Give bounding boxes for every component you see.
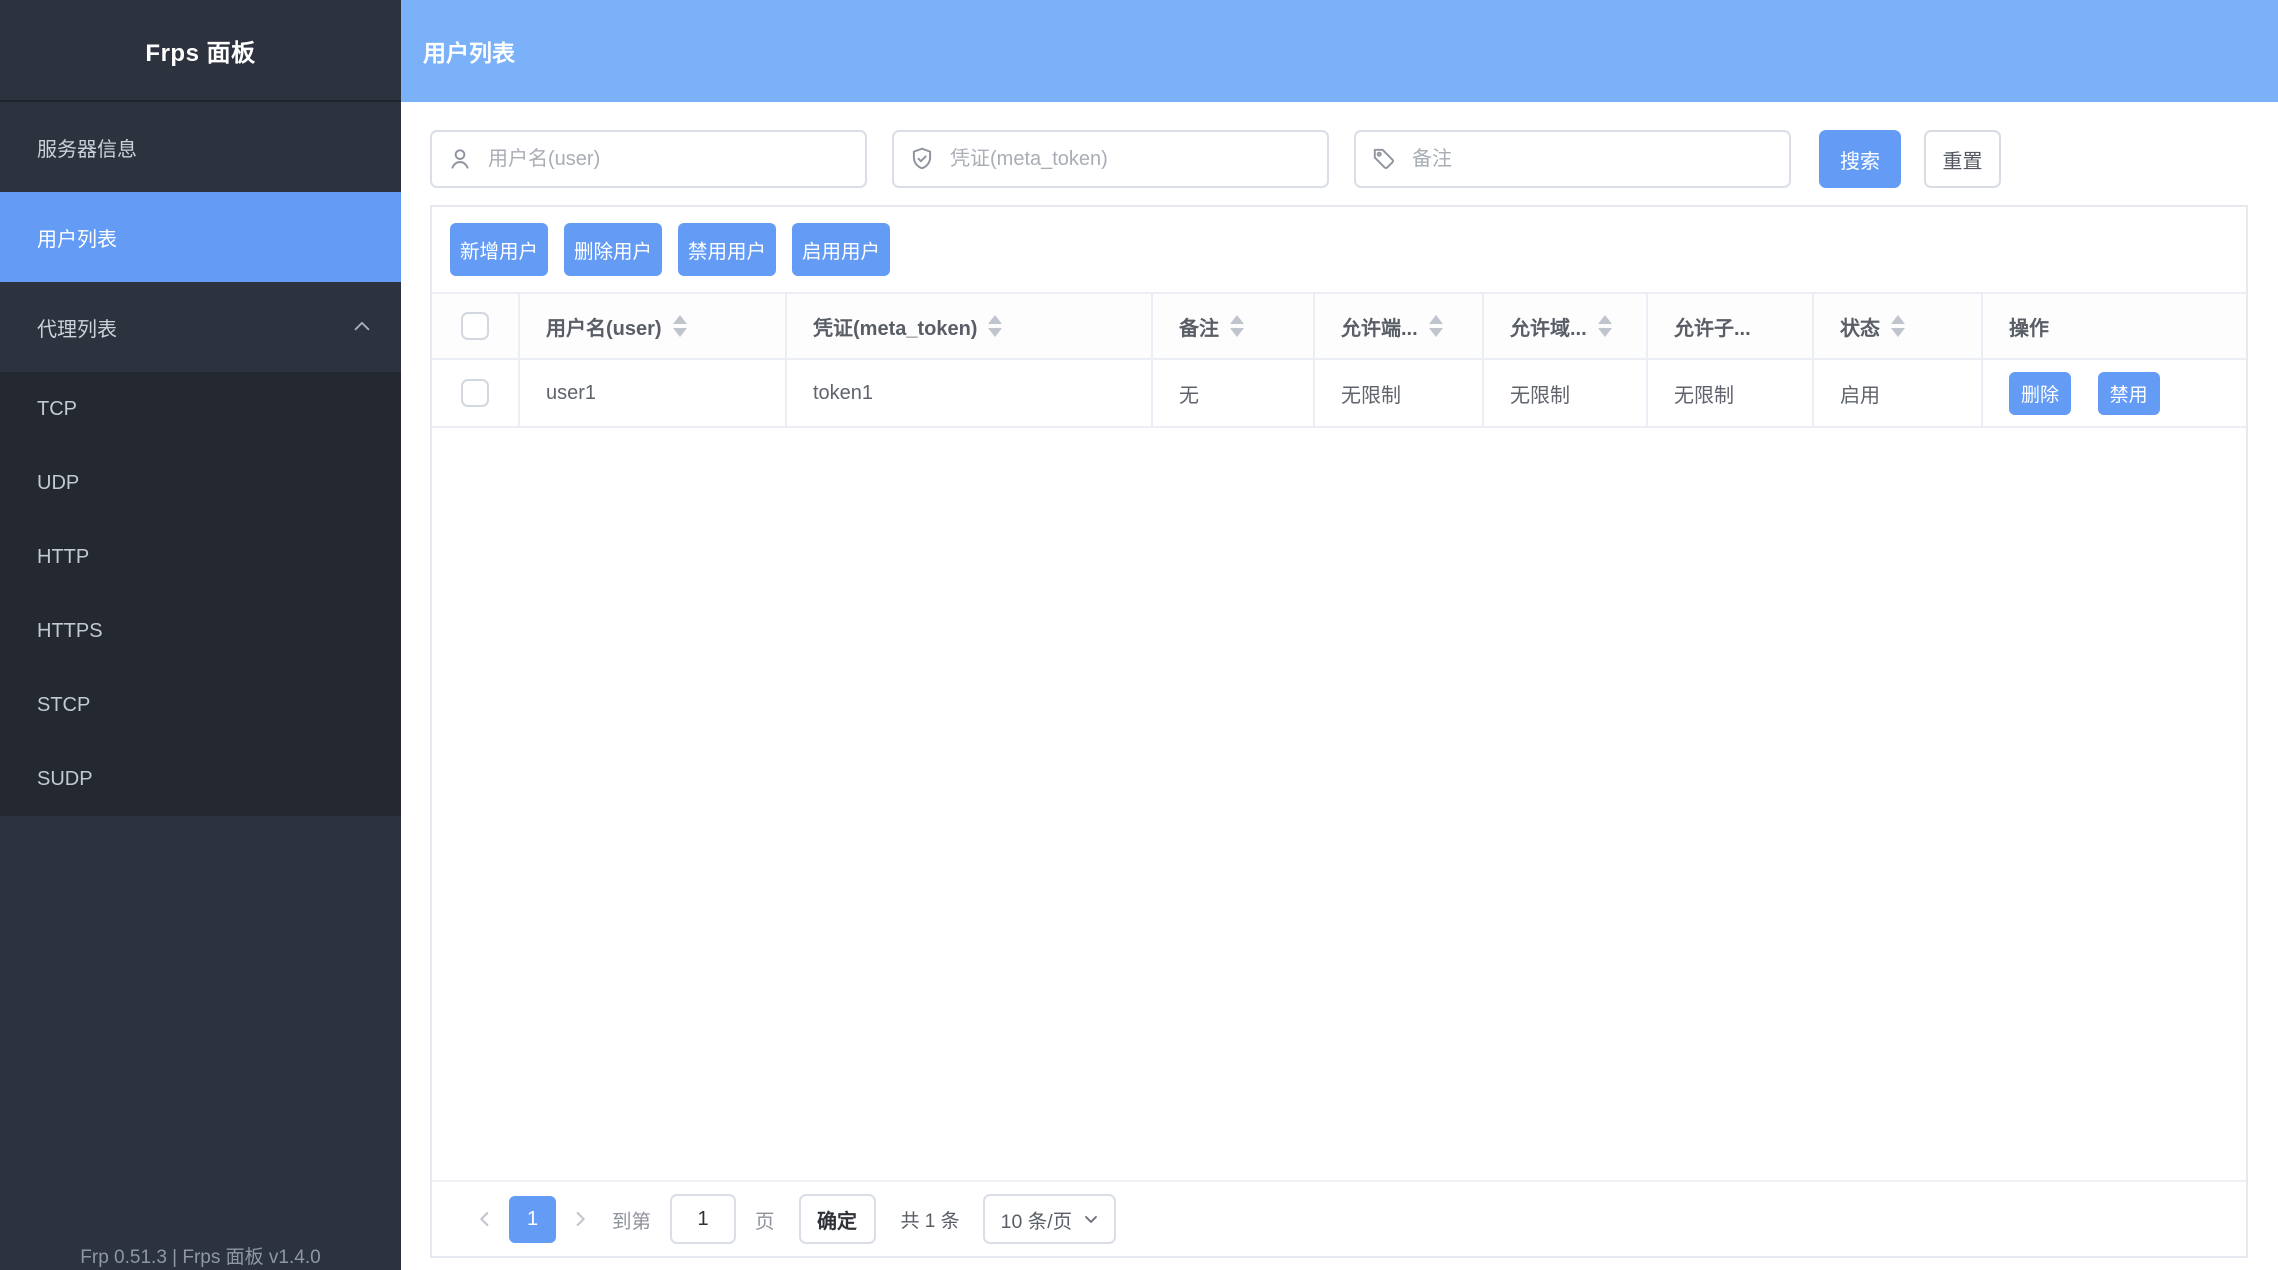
cell-token: token1 [786,359,1152,427]
username-search-field [430,130,867,188]
submenu-label: SUDP [37,768,93,791]
enable-users-button[interactable]: 启用用户 [792,223,890,276]
column-label: 允许子... [1674,312,1751,341]
submenu-label: TCP [37,398,77,421]
token-search-field [892,130,1329,188]
sidebar-item-https[interactable]: HTTPS [0,594,401,668]
column-header-allow-domains[interactable]: 允许域... [1483,293,1647,359]
column-label: 用户名(user) [546,312,662,341]
reset-button[interactable]: 重置 [1924,130,2001,188]
submenu-label: UDP [37,472,79,495]
proxy-submenu: TCP UDP HTTP HTTPS STCP SUDP [0,372,401,816]
submenu-label: HTTPS [37,620,103,643]
cell-user: user1 [519,359,786,427]
row-delete-button[interactable]: 删除 [2009,372,2071,415]
page-header: 用户列表 [401,0,2278,102]
column-header-note[interactable]: 备注 [1152,293,1314,359]
table-row: user1 token1 无 无限制 无限制 无限制 启用 删除 禁用 [432,359,2246,427]
chevron-up-icon [351,316,373,338]
user-table: 用户名(user) 凭证(meta_token) 备注 [432,292,2246,428]
sidebar-item-proxy-list[interactable]: 代理列表 [0,282,401,372]
sort-caret[interactable] [988,315,1002,337]
pagination: 1 到第 页 确定 共 1 条 10 条/页 [432,1180,2246,1256]
note-search-input[interactable] [1354,130,1791,188]
search-row: 搜索 重置 [430,130,2248,188]
cell-status: 启用 [1813,359,1982,427]
submenu-label: STCP [37,694,90,717]
sidebar-item-sudp[interactable]: SUDP [0,742,401,816]
sidebar: Frps 面板 服务器信息 用户列表 代理列表 TCP UDP HTTP HTT… [0,0,401,1270]
sort-caret[interactable] [1598,315,1612,337]
delete-users-button[interactable]: 删除用户 [564,223,662,276]
column-label: 操作 [2009,312,2049,341]
content: 搜索 重置 新增用户 删除用户 禁用用户 启用用户 [401,102,2278,1258]
page-number-button[interactable]: 1 [509,1196,556,1243]
column-header-allow-subdomains: 允许子... [1647,293,1813,359]
table-empty-space [432,428,2246,1180]
row-disable-button[interactable]: 禁用 [2098,372,2160,415]
sort-caret[interactable] [1891,315,1905,337]
disable-users-button[interactable]: 禁用用户 [678,223,776,276]
column-header-user[interactable]: 用户名(user) [519,293,786,359]
goto-page-prefix: 到第 [612,1205,651,1234]
goto-page-suffix: 页 [755,1205,775,1234]
sort-caret[interactable] [673,315,687,337]
sidebar-item-stcp[interactable]: STCP [0,668,401,742]
main-area: 用户列表 [401,0,2278,1270]
column-label: 允许域... [1510,312,1587,341]
frps-dashboard: Frps 面板 服务器信息 用户列表 代理列表 TCP UDP HTTP HTT… [0,0,2278,1270]
sidebar-item-label: 用户列表 [37,223,117,252]
column-label: 允许端... [1341,312,1418,341]
column-header-allow-ports[interactable]: 允许端... [1314,293,1483,359]
cell-actions: 删除 禁用 [1982,359,2246,427]
sidebar-item-user-list[interactable]: 用户列表 [0,192,401,282]
sidebar-item-udp[interactable]: UDP [0,446,401,520]
cell-allow-ports: 无限制 [1314,359,1483,427]
sidebar-item-label: 代理列表 [37,313,117,342]
cell-allow-domains: 无限制 [1483,359,1647,427]
chevron-down-icon [1081,1209,1101,1229]
row-checkbox[interactable] [461,379,489,407]
sidebar-item-http[interactable]: HTTP [0,520,401,594]
goto-confirm-button[interactable]: 确定 [799,1194,876,1244]
cell-note: 无 [1152,359,1314,427]
column-label: 凭证(meta_token) [813,312,977,341]
column-header-actions: 操作 [1982,293,2246,359]
column-header-status[interactable]: 状态 [1813,293,1982,359]
total-count-label: 共 1 条 [901,1206,960,1233]
sort-caret[interactable] [1230,315,1244,337]
add-user-button[interactable]: 新增用户 [450,223,548,276]
submenu-label: HTTP [37,546,89,569]
table-header-row: 用户名(user) 凭证(meta_token) 备注 [432,293,2246,359]
next-page-button[interactable] [569,1208,591,1230]
goto-page-input[interactable] [670,1194,736,1244]
sort-caret[interactable] [1429,315,1443,337]
note-search-field [1354,130,1791,188]
page-size-value: 10 条/页 [1001,1205,1073,1234]
column-label: 备注 [1179,312,1219,341]
app-title: Frps 面板 [0,0,401,102]
token-search-input[interactable] [892,130,1329,188]
user-table-panel: 新增用户 删除用户 禁用用户 启用用户 用户名(user) [430,205,2248,1258]
column-label: 状态 [1840,312,1880,341]
username-search-input[interactable] [430,130,867,188]
page-title: 用户列表 [423,34,515,68]
search-button[interactable]: 搜索 [1819,130,1901,188]
version-footer: Frp 0.51.3 | Frps 面板 v1.4.0 [0,1242,401,1269]
select-all-checkbox[interactable] [461,312,489,340]
cell-allow-subdomains: 无限制 [1647,359,1813,427]
sidebar-item-tcp[interactable]: TCP [0,372,401,446]
prev-page-button[interactable] [474,1208,496,1230]
column-header-token[interactable]: 凭证(meta_token) [786,293,1152,359]
toolbar: 新增用户 删除用户 禁用用户 启用用户 [432,207,2246,292]
page-size-select[interactable]: 10 条/页 [983,1194,1117,1244]
sidebar-item-label: 服务器信息 [37,133,137,162]
sidebar-item-server-info[interactable]: 服务器信息 [0,102,401,192]
